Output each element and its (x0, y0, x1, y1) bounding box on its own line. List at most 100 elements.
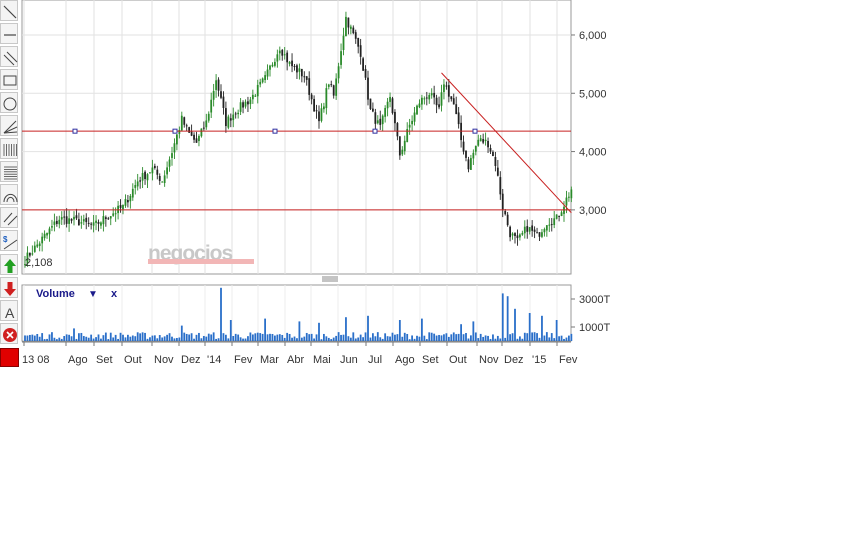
panel-resize-handle[interactable] (322, 276, 338, 282)
candle-body (65, 216, 68, 224)
candle-body (53, 221, 56, 225)
volume-dropdown-icon[interactable]: ▼ (88, 289, 98, 300)
volume-bar (114, 334, 117, 341)
candle-body (73, 216, 75, 220)
volume-bar (396, 334, 399, 341)
volume-bar (127, 334, 129, 341)
candle-body (389, 96, 391, 102)
candle-body (359, 45, 362, 57)
volume-bar (58, 337, 61, 341)
candle-body (391, 98, 394, 114)
volume-bar (286, 332, 289, 341)
candle-body (36, 244, 39, 247)
volume-bar (68, 334, 70, 341)
candle-body (347, 17, 350, 28)
candle-body (144, 171, 146, 180)
x-tick-label: Dez (504, 354, 524, 366)
volume-bar (24, 335, 26, 341)
candle-body (479, 138, 482, 142)
candle-body (129, 195, 132, 202)
volume-bar (227, 338, 230, 341)
candle-body (149, 172, 151, 174)
volume-bar (271, 333, 274, 341)
volume-bar (369, 337, 372, 341)
volume-bar (345, 317, 347, 341)
drag-handle[interactable] (372, 128, 378, 134)
volume-bar (183, 332, 186, 341)
volume-bar (452, 332, 455, 341)
volume-bar (323, 333, 325, 341)
volume-bar (521, 338, 524, 341)
volume-plot-frame (21, 284, 572, 342)
volume-bar (354, 338, 357, 341)
candle-body (401, 149, 404, 155)
volume-bar (364, 332, 367, 341)
volume-bar (73, 328, 75, 341)
volume-bar (117, 338, 119, 341)
volume-bar (26, 335, 29, 341)
volume-bar (254, 333, 257, 341)
volume-bar (122, 334, 124, 341)
candle-body (92, 222, 95, 226)
volume-bar (433, 333, 436, 341)
volume-bar (352, 332, 355, 341)
candle-body (506, 214, 509, 226)
candle-body (200, 128, 203, 137)
volume-bar (195, 334, 198, 341)
volume-bar (482, 336, 485, 341)
volume-bar (450, 334, 453, 341)
candle-body (156, 169, 159, 175)
candle-body (438, 104, 440, 108)
volume-bar (55, 339, 58, 341)
candle-body (134, 185, 137, 188)
candle-body (274, 61, 276, 66)
volume-close-icon[interactable]: x (111, 288, 118, 300)
candle-body (318, 111, 320, 122)
volume-bar (563, 338, 565, 341)
volume-bar (305, 332, 308, 341)
volume-bar (443, 334, 445, 341)
candle-body (411, 120, 413, 125)
volume-bar (558, 336, 560, 341)
candle-body (421, 97, 423, 105)
volume-bar (296, 338, 298, 341)
volume-bar (550, 333, 553, 341)
volume-bar (332, 337, 335, 341)
candle-body (379, 118, 382, 125)
volume-bar (523, 332, 526, 341)
candle-body (327, 84, 330, 87)
candle-body (171, 153, 173, 158)
drag-handle[interactable] (172, 128, 178, 134)
candle-body (46, 232, 48, 236)
volume-bar (357, 337, 360, 341)
candle-body (323, 106, 325, 110)
candle-body (496, 167, 499, 176)
volume-bar (553, 338, 556, 341)
drag-handle[interactable] (272, 128, 278, 134)
candle-body (225, 108, 227, 127)
volume-bar (256, 332, 259, 341)
volume-bar (129, 336, 132, 341)
candle-body (384, 107, 387, 117)
volume-bar (173, 338, 176, 341)
candle-body (335, 78, 338, 96)
price-plot-frame (21, 0, 572, 275)
x-tick-label: Mai (313, 354, 331, 366)
volume-bar (134, 336, 137, 341)
volume-bar (276, 334, 279, 341)
candle-body (369, 98, 372, 110)
volume-bar (139, 333, 142, 341)
y-tick-label: 6,000 (579, 30, 607, 42)
candle-body (511, 233, 514, 236)
candle-body (109, 216, 112, 219)
volume-bar (156, 338, 159, 341)
volume-bar (237, 334, 240, 341)
volume-bar (528, 313, 531, 341)
drag-handle[interactable] (72, 128, 78, 134)
volume-bar (386, 336, 389, 341)
candle-body (413, 112, 416, 122)
candle-body (357, 37, 360, 47)
x-tick-label: Ago (395, 354, 415, 366)
volume-bar (232, 336, 235, 341)
drag-handle[interactable] (472, 128, 478, 134)
